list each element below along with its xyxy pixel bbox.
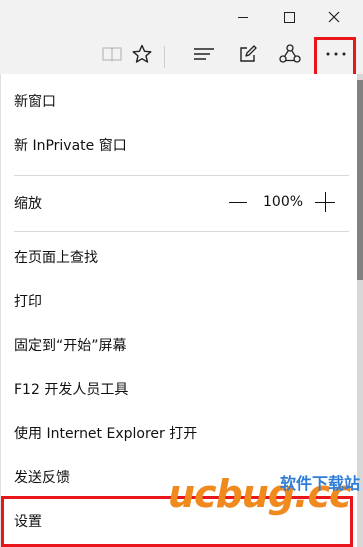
maximize-button[interactable] xyxy=(266,0,312,34)
zoom-in-button[interactable] xyxy=(315,192,335,212)
menu-item-open-with-ie[interactable]: 使用 Internet Explorer 打开 xyxy=(14,424,197,444)
minimize-button[interactable] xyxy=(220,0,266,34)
hub-button[interactable] xyxy=(186,34,222,74)
menu-item-pin-to-start[interactable]: 固定到“开始”屏幕 xyxy=(14,336,127,356)
close-button[interactable] xyxy=(311,0,357,34)
book-icon xyxy=(102,47,122,62)
menu-separator xyxy=(14,175,349,176)
menu-item-print[interactable]: 打印 xyxy=(14,292,42,312)
share-icon xyxy=(279,44,301,63)
zoom-value: 100% xyxy=(263,194,304,210)
watermark-brand-cn: 软件下载站 xyxy=(280,474,361,493)
favorite-button[interactable] xyxy=(124,34,160,74)
pen-square-icon xyxy=(240,45,257,62)
title-bar xyxy=(0,0,363,34)
web-note-button[interactable] xyxy=(230,34,266,74)
menu-item-f12-developer-tools[interactable]: F12 开发人员工具 xyxy=(14,380,128,400)
zoom-out-button[interactable] xyxy=(229,202,247,203)
menu-item-find-on-page[interactable]: 在页面上查找 xyxy=(14,248,98,268)
minimize-icon xyxy=(238,16,248,18)
zoom-label: 缩放 xyxy=(14,196,42,212)
share-button[interactable] xyxy=(272,34,308,74)
watermark-logo: ucbug.cc 软件下载站 xyxy=(168,468,363,518)
menu-item-new-window[interactable]: 新窗口 xyxy=(14,92,56,112)
star-icon xyxy=(132,44,152,63)
maximize-icon xyxy=(283,11,295,23)
close-icon xyxy=(328,11,340,23)
menu-separator xyxy=(14,231,349,232)
hub-icon xyxy=(194,48,214,60)
menu-item-new-inprivate-window[interactable]: 新 InPrivate 窗口 xyxy=(14,136,127,156)
page-edge-shadow xyxy=(357,80,363,280)
browser-toolbar xyxy=(0,34,363,74)
toolbar-divider xyxy=(164,46,165,68)
menu-item-send-feedback[interactable]: 发送反馈 xyxy=(14,468,70,488)
